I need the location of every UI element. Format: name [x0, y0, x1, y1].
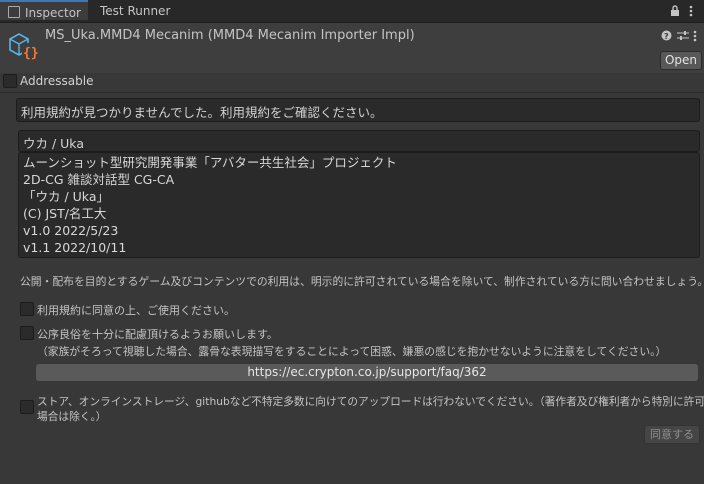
header-menu-icon[interactable]	[693, 30, 697, 45]
open-button[interactable]: Open	[660, 51, 702, 70]
inspector-icon	[8, 6, 20, 18]
license-info-lines: ムーンショット型研究開発事業「アバター共生社会」プロジェクト 2D-CG 雑談対…	[23, 154, 397, 256]
tab-menu-icon[interactable]	[689, 5, 693, 20]
info-line: v1.0 2022/5/23	[23, 223, 119, 238]
tab-inspector-label: Inspector	[25, 6, 81, 20]
asset-title: MS_Uka.MMD4 Mecanim (MMD4 Mecanim Import…	[45, 28, 415, 43]
public-order-subtext: （家族がそろって視聴した場合、露骨な表現描写をすることによって困惑、嫌悪の感じを…	[37, 345, 667, 358]
info-line: 2D-CG 雑談対話型 CG-CA	[23, 172, 175, 187]
info-line: 「ウカ / Uka」	[23, 189, 109, 204]
agree-terms-checkbox[interactable]	[20, 302, 34, 316]
tab-test-runner[interactable]: Test Runner	[100, 0, 170, 22]
addressable-label: Addressable	[20, 74, 94, 88]
help-icon[interactable]: ?	[661, 30, 672, 44]
license-name-field[interactable]	[18, 130, 700, 152]
svg-text:?: ?	[664, 32, 669, 41]
tab-inspector[interactable]: Inspector	[0, 0, 88, 20]
addressable-checkbox[interactable]	[3, 74, 17, 88]
divider	[0, 92, 704, 93]
usage-notice: 公開・配布を目的とするゲーム及びコンテンツでの利用は、明示的に許可されている場合…	[20, 275, 704, 288]
no-public-upload-label: ストア、オンラインストレージ、githubなど不特定多数に向けてのアップロードは…	[37, 395, 704, 408]
svg-text:{}: {}	[23, 46, 39, 61]
license-warning-text: 利用規約が見つかりませんでした。利用規約をご確認ください。	[21, 105, 383, 120]
info-line: ムーンショット型研究開発事業「アバター共生社会」プロジェクト	[23, 155, 397, 170]
script-asset-icon: {}	[7, 31, 39, 64]
public-order-checkbox[interactable]	[20, 326, 34, 340]
public-order-label: 公序良俗を十分に配慮頂けるようお願いします。	[37, 328, 278, 341]
no-public-upload-checkbox[interactable]	[20, 400, 34, 414]
faq-url-link[interactable]: https://ec.crypton.co.jp/support/faq/362	[36, 364, 698, 381]
sliders-icon[interactable]	[677, 30, 689, 44]
lock-icon[interactable]	[670, 5, 680, 20]
info-line: (C) JST/名工大	[23, 206, 107, 221]
agree-button[interactable]: 同意する	[644, 425, 700, 444]
no-public-upload-label-cont: 場合は除く。）	[37, 410, 107, 423]
agree-terms-label: 利用規約に同意の上、ご使用ください。	[37, 304, 235, 317]
info-line: v1.1 2022/10/11	[23, 240, 127, 255]
license-name-value: ウカ / Uka	[23, 136, 84, 151]
tab-test-runner-label: Test Runner	[100, 4, 171, 18]
